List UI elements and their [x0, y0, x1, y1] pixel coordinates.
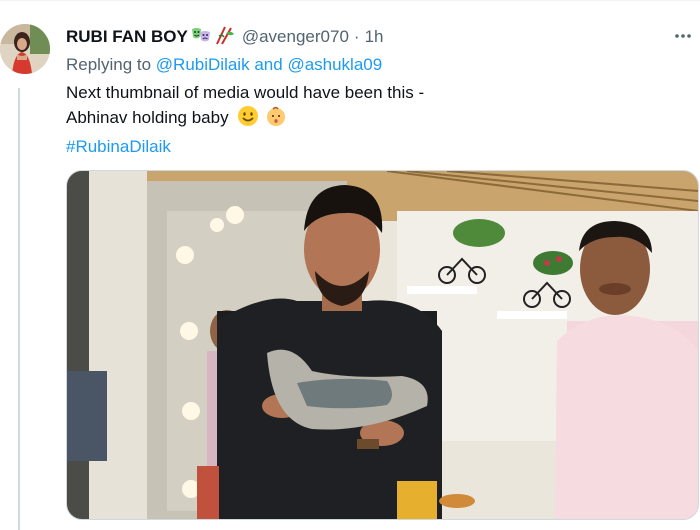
- media-photo-image: [67, 171, 698, 519]
- display-name[interactable]: RUBI FAN BOY: [66, 27, 188, 47]
- theater-masks-emoji: [191, 26, 211, 49]
- mention-link-2[interactable]: @ashukla09: [287, 55, 382, 74]
- avatar[interactable]: [0, 24, 50, 74]
- tweet-header: RUBI FAN BOY @avenger070 · 1h: [66, 26, 384, 48]
- tweet-text-line-2-wrap: Abhinav holding baby: [66, 105, 666, 134]
- tweet-text-line-2: Abhinav holding baby: [66, 108, 229, 127]
- hashtag-link[interactable]: #RubinaDilaik: [66, 134, 666, 159]
- replying-to-line: Replying to @RubiDilaik and @ashukla09: [66, 55, 382, 75]
- chopsticks-emoji: [214, 25, 236, 50]
- tweet-text: Next thumbnail of media would have been …: [66, 80, 666, 159]
- replying-and: and: [254, 55, 283, 74]
- baby-face-emoji: [265, 105, 287, 134]
- top-divider: [0, 0, 700, 1]
- mention-link-1[interactable]: @RubiDilaik: [156, 55, 250, 74]
- replying-label: Replying to: [66, 55, 152, 74]
- separator-dot: ·: [353, 27, 360, 46]
- thread-connector-line: [18, 88, 20, 530]
- user-handle[interactable]: @avenger070: [242, 27, 349, 47]
- smiling-face-emoji: [237, 105, 259, 134]
- tweet-text-line-1: Next thumbnail of media would have been …: [66, 83, 425, 102]
- timestamp[interactable]: 1h: [365, 27, 384, 47]
- more-options-icon[interactable]: [670, 26, 696, 46]
- media-photo[interactable]: [66, 170, 699, 520]
- avatar-photo: [0, 24, 50, 74]
